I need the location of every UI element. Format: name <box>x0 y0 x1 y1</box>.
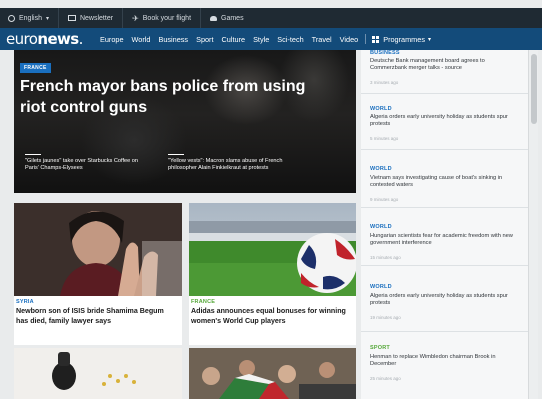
gamepad-icon <box>210 15 218 21</box>
sidebar-news-item[interactable]: WORLD Algeria orders early university ho… <box>361 98 528 150</box>
card-category-label[interactable]: FRANCE <box>191 299 215 305</box>
language-label: English <box>19 14 42 22</box>
sidebar-news-item[interactable]: WORLD Hungarian scientists fear for acad… <box>361 212 528 266</box>
book-flight-label: Book your flight <box>142 14 192 22</box>
latest-news-sidebar: BUSINESS Deutsche Bank management board … <box>361 50 528 399</box>
news-timestamp: 5 minutes ago <box>370 136 399 141</box>
news-timestamp: 9 minutes ago <box>370 197 399 202</box>
book-flight-link[interactable]: ✈ Book your flight <box>123 8 202 28</box>
nav-links: Europe World Business Sport Culture Styl… <box>96 34 435 44</box>
sidebar-news-item[interactable]: SPORT Henman to replace Wimbledon chairm… <box>361 336 528 399</box>
news-headline[interactable]: Algeria orders early university holiday … <box>370 114 520 128</box>
newsletter-label: Newsletter <box>79 14 114 22</box>
news-category: WORLD <box>370 284 392 290</box>
card-headline[interactable]: Newborn son of ISIS bride Shamima Begum … <box>16 306 176 326</box>
nav-item-travel[interactable]: Travel <box>308 35 336 44</box>
sidebar-news-item[interactable]: WORLD Algeria orders early university ho… <box>361 270 528 332</box>
news-category: BUSINESS <box>370 50 400 56</box>
divider <box>25 154 41 155</box>
nav-item-europe[interactable]: Europe <box>96 35 128 44</box>
euronews-logo[interactable]: euronews. <box>0 30 96 48</box>
news-headline[interactable]: Algeria orders early university holiday … <box>370 293 520 307</box>
games-link[interactable]: Games <box>201 8 253 28</box>
sidebar-scrollbar[interactable] <box>528 50 538 399</box>
news-timestamp: 25 minutes ago <box>370 376 401 381</box>
scrollbar-thumb[interactable] <box>531 54 537 124</box>
chevron-down-icon: ▾ <box>427 36 431 43</box>
nav-item-video[interactable]: Video <box>336 35 363 44</box>
news-headline[interactable]: Deutsche Bank management board agrees to… <box>370 58 520 72</box>
newsletter-icon <box>67 15 76 21</box>
news-timestamp: 15 minutes ago <box>370 255 401 260</box>
language-selector[interactable]: English ▾ <box>0 8 59 28</box>
card-headline[interactable]: Adidas announces equal bonuses for winni… <box>191 306 351 326</box>
story-photo-lower-right <box>189 348 356 399</box>
programmes-label: Programmes <box>383 34 425 44</box>
news-timestamp: 19 minutes ago <box>370 315 401 320</box>
hero-category-tag[interactable]: FRANCE <box>20 63 51 73</box>
logo-dot: . <box>78 30 84 48</box>
plane-icon: ✈ <box>132 13 139 23</box>
logo-bold-part: news <box>37 30 79 48</box>
story-photo-woman <box>14 203 182 296</box>
card-category-label[interactable]: SYRIA <box>16 299 34 305</box>
programmes-menu[interactable]: Programmes ▾ <box>369 35 435 44</box>
games-label: Games <box>221 14 244 22</box>
news-category: SPORT <box>370 345 390 351</box>
newsletter-link[interactable]: Newsletter <box>59 8 124 28</box>
nav-item-business[interactable]: Business <box>154 35 192 44</box>
hero-story[interactable]: FRANCE French mayor bans police from usi… <box>14 50 356 193</box>
news-category: WORLD <box>370 166 392 172</box>
globe-icon <box>8 14 15 22</box>
utility-bar: English ▾ Newsletter ✈ Book your flight … <box>0 8 542 28</box>
story-photo-football <box>189 203 356 296</box>
story-card-lower-left[interactable] <box>14 348 182 399</box>
browser-page: English ▾ Newsletter ✈ Book your flight … <box>0 0 542 399</box>
sidebar-news-item[interactable]: BUSINESS Deutsche Bank management board … <box>361 50 528 94</box>
news-timestamp: 3 minutes ago <box>370 80 399 85</box>
nav-item-culture[interactable]: Culture <box>218 35 250 44</box>
story-photo-lower-left <box>14 348 182 399</box>
hero-headline[interactable]: French mayor bans police from using riot… <box>20 76 320 118</box>
news-headline[interactable]: Hungarian scientists fear for academic f… <box>370 233 520 247</box>
nav-divider <box>365 34 367 44</box>
news-category: WORLD <box>370 106 392 112</box>
related-story-text: "Yellow vests": Macron slams abuse of Fr… <box>168 158 283 171</box>
nav-item-sci-tech[interactable]: Sci-tech <box>273 35 307 44</box>
story-card-lower-right[interactable] <box>189 348 356 399</box>
nav-item-world[interactable]: World <box>128 35 155 44</box>
hero-related-story-right[interactable]: "Yellow vests": Macron slams abuse of Fr… <box>168 154 288 172</box>
main-nav: euronews. Europe World Business Sport Cu… <box>0 28 542 50</box>
logo-light-part: euro <box>6 30 38 48</box>
news-headline[interactable]: Vietnam says investigating cause of boat… <box>370 175 520 189</box>
news-headline[interactable]: Henman to replace Wimbledon chairman Bro… <box>370 354 520 368</box>
related-story-text: "Gilets jaunes" take over Starbucks Coff… <box>25 158 139 171</box>
nav-item-style[interactable]: Style <box>249 35 273 44</box>
story-card-syria[interactable]: SYRIA Newborn son of ISIS bride Shamima … <box>14 203 182 345</box>
grid-icon <box>372 35 380 43</box>
nav-item-sport[interactable]: Sport <box>192 35 217 44</box>
news-category: WORLD <box>370 224 392 230</box>
story-card-france[interactable]: FRANCE Adidas announces equal bonuses fo… <box>189 203 356 345</box>
divider <box>168 154 184 155</box>
sidebar-news-item[interactable]: WORLD Vietnam says investigating cause o… <box>361 154 528 208</box>
chevron-down-icon: ▾ <box>45 15 49 22</box>
hero-related-story-left[interactable]: "Gilets jaunes" take over Starbucks Coff… <box>25 154 145 172</box>
